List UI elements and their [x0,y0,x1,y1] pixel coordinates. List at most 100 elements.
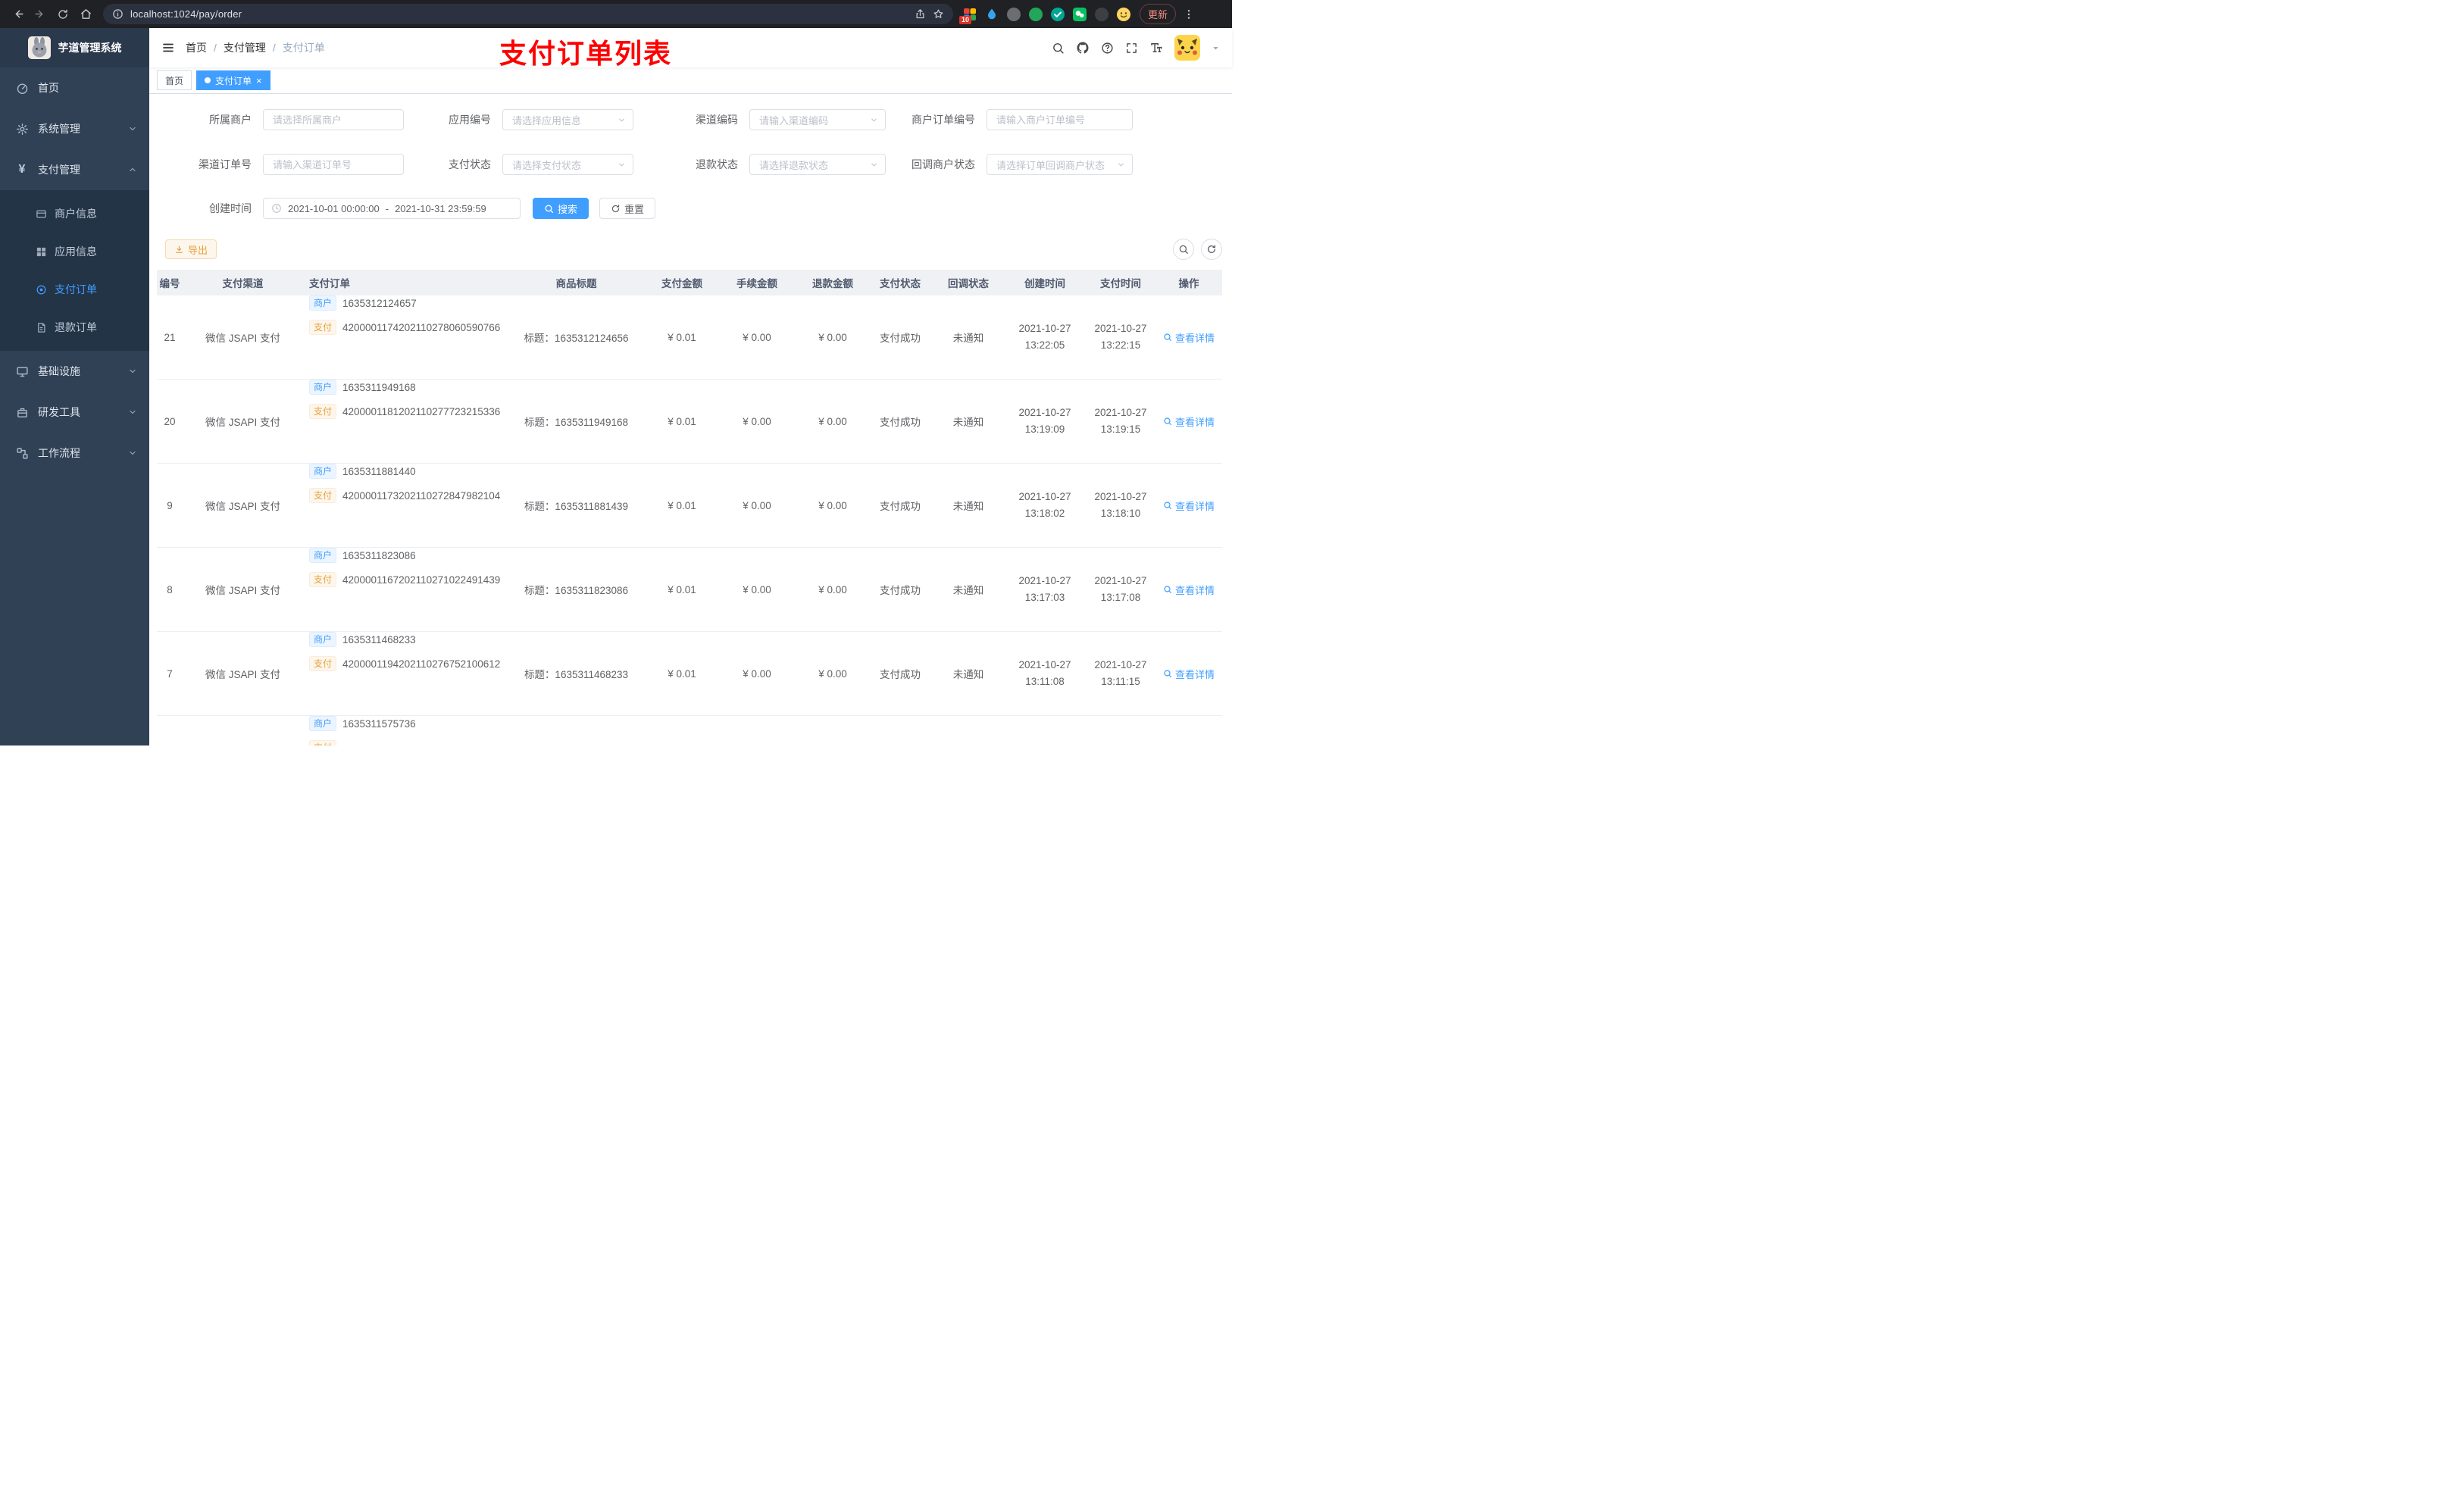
product-title-cell: 标题：1635311823086 [524,585,629,596]
magnifier-icon [1164,670,1172,678]
font-size-button[interactable] [1149,41,1163,55]
app-logo-row[interactable]: 芋道管理系统 [0,28,149,67]
select-placeholder: 请输入渠道编码 [759,114,829,127]
refresh-table-button[interactable] [1201,239,1222,260]
create-date: 2021-10-27 [1018,659,1071,670]
address-bar[interactable]: localhost:1024/pay/order [103,4,953,24]
wechat-extension-icon[interactable] [1073,7,1087,21]
refund-status-select[interactable]: 请选择退款状态 [749,154,886,175]
sidebar-item-label: 商户信息 [55,208,97,220]
bookmark-star-icon[interactable] [933,8,944,20]
help-button[interactable] [1101,42,1114,55]
view-detail-link[interactable]: 查看详情 [1163,330,1215,345]
browser-reload-button[interactable] [52,3,74,26]
tab-close-icon[interactable]: × [256,76,262,86]
pay-tag: 支付 [309,572,337,587]
sidebar-item-merchant-info[interactable]: 商户信息 [0,195,149,233]
view-detail-label: 查看详情 [1174,332,1215,344]
notify-status-cell: 未通知 [952,501,984,512]
rabbit-logo-icon [27,36,51,59]
sidebar-item-infra[interactable]: 基础设施 [0,351,149,392]
avatar[interactable] [1174,35,1200,61]
sidebar-item-label: 支付订单 [55,283,97,295]
sidebar-item-app-info[interactable]: 应用信息 [0,233,149,270]
breadcrumb-pay-manage[interactable]: 支付管理 [224,40,266,55]
sidebar-item-workflow[interactable]: 工作流程 [0,433,149,474]
pay-amount-cell: ¥ 0.01 [668,499,696,511]
colorful-extension-icon[interactable]: 10 [959,8,977,24]
browser-forward-button[interactable] [29,3,52,26]
reset-button[interactable]: 重置 [599,198,656,219]
header-search-button[interactable] [1052,42,1065,55]
emoji-extension-icon[interactable] [1117,7,1130,21]
topbar: 首页 / 支付管理 / 支付订单 支付订单列表 [149,28,1232,69]
annotation-text: 支付订单列表 [499,38,673,69]
action-cell: 查看详情 [1155,380,1222,463]
merchant-tag: 商户 [309,380,337,395]
date-range-picker[interactable]: 2021-10-01 00:00:00 - 2021-10-31 23:59:5… [263,198,521,219]
pay-time-cell [1086,716,1155,746]
view-detail-link[interactable]: 查看详情 [1163,667,1215,681]
sidebar-item-payment[interactable]: ¥ 支付管理 [0,149,149,190]
merchant-tag: 商户 [309,632,337,647]
download-icon [176,245,183,253]
view-detail-link[interactable]: 查看详情 [1163,583,1215,597]
share-icon[interactable] [915,8,926,20]
refresh-icon [611,204,620,212]
app-title: 芋道管理系统 [58,42,122,54]
breadcrumb-home[interactable]: 首页 [186,40,207,55]
chevron-down-icon [128,449,137,458]
sidebar-menu: 首页 系统管理 ¥ 支付管理 商户信息 应用信息 支付订单 退款订单 基础设施 … [0,67,149,474]
merchant-input[interactable] [263,109,404,130]
dark-extension-icon[interactable] [1095,7,1108,21]
gray-extension-icon[interactable] [1007,7,1021,21]
github-button[interactable] [1076,41,1090,55]
browser-back-button[interactable] [6,3,29,26]
tab-home[interactable]: 首页 [157,70,192,90]
select-placeholder: 请选择订单回调商户状态 [996,159,1105,171]
view-detail-link[interactable]: 查看详情 [1163,414,1215,429]
product-title-cell: 标题：1635311949168 [524,417,629,428]
filter-merchant-order-no: 商户订单编号 [905,109,1133,130]
toggle-search-button[interactable] [1173,239,1194,260]
sidebar-item-devtool[interactable]: 研发工具 [0,392,149,433]
create-time: 13:18:02 [1024,508,1065,519]
app-select[interactable]: 请选择应用信息 [502,109,633,130]
pay-channel-cell: 微信 JSAPI 支付 [205,417,280,428]
pay-status-select[interactable]: 请选择支付状态 [502,154,633,175]
sidebar-item-system[interactable]: 系统管理 [0,108,149,149]
breadcrumb: 首页 / 支付管理 / 支付订单 [186,40,325,55]
pay-order-cell: 商户 1635311468233 支付 42000011942021102767… [303,632,505,715]
date-end-value: 2021-10-31 23:59:59 [395,202,486,214]
filter-channel-order-no: 渠道订单号 [159,154,404,175]
browser-update-button[interactable]: 更新 [1140,4,1177,24]
browser-menu-button[interactable] [1183,8,1195,20]
create-time: 13:17:03 [1024,592,1065,603]
sidebar-toggle-button[interactable] [149,41,186,55]
pay-amount-cell: ¥ 0.01 [668,583,696,595]
fullscreen-button[interactable] [1125,42,1138,55]
search-button[interactable]: 搜索 [533,198,589,219]
tab-pay-order[interactable]: 支付订单 × [196,70,270,90]
filter-label: 商户订单编号 [911,114,975,126]
view-detail-link[interactable]: 查看详情 [1163,499,1215,513]
drop-extension-icon[interactable] [985,8,999,21]
export-button[interactable]: 导出 [165,239,217,259]
merchant-order-no: 1635311575736 [342,717,416,730]
merchant-order-no-input[interactable] [987,109,1133,130]
browser-home-button[interactable] [74,3,97,26]
user-menu-caret[interactable] [1212,44,1220,52]
sidebar-item-home[interactable]: 首页 [0,67,149,108]
sidebar-item-pay-order[interactable]: 支付订单 [0,270,149,308]
filter-pay-status: 支付状态 请选择支付状态 [401,154,633,175]
notify-status-cell: 未通知 [952,669,984,680]
sidebar-item-refund-order[interactable]: 退款订单 [0,308,149,346]
channel-order-no: 4200001173202110272847982104 [342,489,501,502]
green-extension-icon[interactable] [1029,7,1043,21]
notify-status-select[interactable]: 请选择订单回调商户状态 [987,154,1133,175]
channel-code-select[interactable]: 请输入渠道编码 [749,109,886,130]
channel-order-no-input[interactable] [263,154,404,175]
action-cell: 查看详情 [1155,632,1222,715]
check-extension-icon[interactable] [1051,7,1065,21]
channel-order-no: 4200001194202110276752100612 [342,658,501,670]
